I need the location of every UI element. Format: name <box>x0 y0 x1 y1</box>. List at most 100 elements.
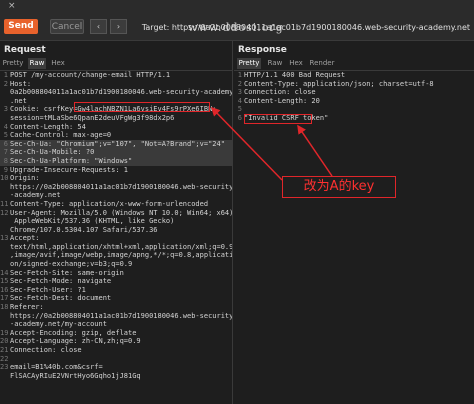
line-text: ,image/avif,image/webp,image/apng,*/*;q=… <box>10 251 232 260</box>
line-number: 19 <box>0 328 9 337</box>
line-text: Connection: close <box>10 346 82 354</box>
request-line: 0a2b008804011a1ac01b7d1900180046.web-sec… <box>0 88 232 97</box>
line-number: 11 <box>0 199 9 208</box>
request-line: -academy.net <box>0 191 232 200</box>
response-line: 4 Content-Length: 20 <box>234 97 474 106</box>
request-line: 11 Content-Type: application/x-www-form-u… <box>0 200 232 209</box>
line-number: 5 <box>3 131 8 140</box>
request-line: 14 Sec-Fetch-Site: same-origin <box>0 269 232 278</box>
toolbar: × Send Cancel ‹ › www.ddosi.org Target: … <box>0 0 474 41</box>
line-text: Sec-Ch-Ua: "Chromium";v="107", "Not=A?Br… <box>10 139 225 148</box>
line-text: User-Agent: Mozilla/5.0 (Windows NT 10.0… <box>10 208 232 217</box>
line-number: 4 <box>237 96 242 105</box>
response-line: 3 Connection: close <box>234 88 474 97</box>
request-tab-pretty[interactable]: Pretty <box>2 58 24 69</box>
request-line: 4 Content-Length: 54 <box>0 123 232 132</box>
line-number: 1 <box>3 71 8 79</box>
request-line: https://0a2b008804011a1ac01b7d1900180046… <box>0 312 232 321</box>
line-number: 12 <box>0 208 9 217</box>
response-line: 2 Content-Type: application/json; charset… <box>234 80 474 89</box>
line-number: 20 <box>0 337 9 346</box>
line-number: 16 <box>0 285 9 294</box>
line-text: https://0a2b008804011a1ac01b7d1900180046… <box>10 311 232 320</box>
line-text: Connection: close <box>244 88 316 97</box>
send-button[interactable]: Send <box>4 19 38 34</box>
close-tab-icon[interactable]: × <box>8 1 16 11</box>
line-text: AppleWebKit/537.36 (KHTML, like Gecko) <box>10 217 175 226</box>
line-number: 2 <box>3 79 8 88</box>
request-title: Request <box>4 45 46 55</box>
back-nav-button[interactable]: ‹ <box>90 19 107 34</box>
request-line: 7 Sec-Ch-Ua-Mobile: ?0 <box>0 148 232 157</box>
line-text: -academy.net <box>10 191 61 200</box>
response-tabs: Pretty Raw Hex Render <box>234 58 474 71</box>
request-line: 16 Sec-Fetch-User: ?1 <box>0 286 232 295</box>
line-number: 7 <box>3 148 8 157</box>
request-line: 8 Sec-Ch-Ua-Platform: "Windows" <box>0 156 232 166</box>
response-tab-hex[interactable]: Hex <box>288 58 304 69</box>
request-line: 20 Accept-Language: zh-CN,zh;q=0.9 <box>0 337 232 346</box>
line-number: 15 <box>0 277 9 286</box>
request-line: text/html,application/xhtml+xml,applicat… <box>0 243 232 252</box>
line-number: 13 <box>0 234 9 243</box>
request-line: 12 User-Agent: Mozilla/5.0 (Windows NT 10… <box>0 209 232 218</box>
cancel-button[interactable]: Cancel <box>50 19 84 34</box>
request-line: 6 Sec-Ch-Ua: "Chromium";v="107", "Not=A?B… <box>0 139 232 149</box>
tab-strip: × <box>0 0 474 14</box>
csrf-key-highlight <box>74 102 210 112</box>
line-text: -academy.net/my-account <box>10 320 107 329</box>
line-number: 21 <box>0 346 9 354</box>
line-text: Accept-Language: zh-CN,zh;q=0.9 <box>10 337 141 346</box>
request-tab-hex[interactable]: Hex <box>50 58 66 69</box>
line-text: .net <box>10 96 27 105</box>
target-url[interactable]: Target: https://0a2b008804011a1ac01b7d19… <box>142 23 470 32</box>
request-panel: Request Pretty Raw Hex 1 POST /my-account… <box>0 41 233 404</box>
line-text: Content-Length: 54 <box>10 122 86 131</box>
line-number: 1 <box>237 71 242 79</box>
request-line: 21 Connection: close <box>0 346 232 355</box>
line-text: Content-Type: application/json; charset=… <box>244 79 434 88</box>
request-editor[interactable]: 1 POST /my-account/change-email HTTP/1.1 2… <box>0 71 232 404</box>
line-text: Sec-Fetch-User: ?1 <box>10 285 86 294</box>
line-text: Content-Type: application/x-www-form-url… <box>10 199 209 208</box>
annotation-label: 改为A的key <box>282 176 396 198</box>
request-line: 17 Sec-Fetch-Dest: document <box>0 294 232 303</box>
response-line: 5 <box>234 105 474 114</box>
line-number: 4 <box>3 122 8 131</box>
request-tab-raw[interactable]: Raw <box>28 58 46 69</box>
line-text: Chrome/107.0.5304.107 Safari/537.36 <box>10 225 158 234</box>
chevron-right-icon: › <box>116 22 121 31</box>
line-number: 3 <box>237 88 242 97</box>
request-line: -academy.net/my-account <box>0 320 232 329</box>
request-line: AppleWebKit/537.36 (KHTML, like Gecko) <box>0 217 232 226</box>
line-number: 17 <box>0 294 9 303</box>
line-number: 2 <box>237 79 242 88</box>
forward-nav-button[interactable]: › <box>110 19 127 34</box>
request-line: 23 email=B1%40b.com&csrf= <box>0 363 232 372</box>
line-text: Sec-Fetch-Dest: document <box>10 294 112 303</box>
line-number: 22 <box>0 354 9 363</box>
request-line: 13 Accept: <box>0 234 232 243</box>
request-line: 9 Upgrade-Insecure-Requests: 1 <box>0 166 232 175</box>
response-tab-render[interactable]: Render <box>308 58 336 69</box>
line-text: text/html,application/xhtml+xml,applicat… <box>10 242 232 251</box>
line-text: POST /my-account/change-email HTTP/1.1 <box>10 71 171 79</box>
line-number: 5 <box>237 105 242 114</box>
request-line: 22 <box>0 355 232 364</box>
line-text: https://0a2b008804011a1ac01b7d1900180046… <box>10 182 232 191</box>
line-text: FlSACAyRIuE2VNrtHyo6Gqho1jJ81Gq <box>10 371 141 380</box>
line-text: Sec-Fetch-Mode: navigate <box>10 277 112 286</box>
line-text: Upgrade-Insecure-Requests: 1 <box>10 165 129 174</box>
line-text: Origin: <box>10 174 40 183</box>
response-tab-pretty[interactable]: Pretty <box>237 58 261 69</box>
request-line: 5 Cache-Control: max-age=0 <box>0 131 232 140</box>
line-text: Accept: <box>10 234 40 243</box>
request-line: session=tMLaSbe6QpanE2deuVFgWg3f98dx2p6 <box>0 114 232 123</box>
request-tabs: Pretty Raw Hex <box>0 58 232 71</box>
request-line: https://0a2b008804011a1ac01b7d1900180046… <box>0 183 232 192</box>
response-tab-raw[interactable]: Raw <box>266 58 284 69</box>
line-text: Sec-Fetch-Site: same-origin <box>10 268 124 277</box>
line-number: 8 <box>3 156 8 165</box>
request-line: Chrome/107.0.5304.107 Safari/537.36 <box>0 226 232 235</box>
line-number: 3 <box>3 105 8 114</box>
